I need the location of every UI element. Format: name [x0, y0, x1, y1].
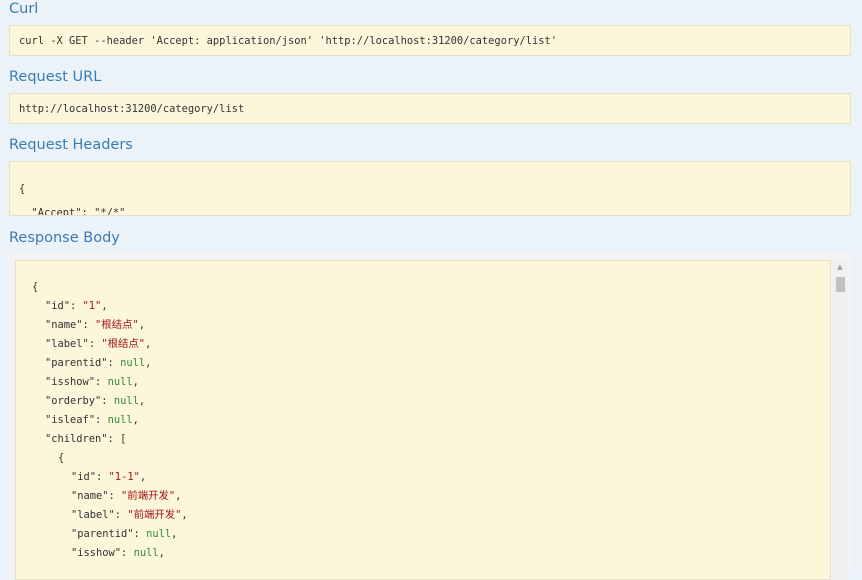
json-string: "1-1" — [108, 471, 140, 483]
response-scrollbar[interactable]: ▲ — [833, 260, 847, 580]
scroll-up-arrow-icon[interactable]: ▲ — [833, 260, 847, 274]
json-text: "id": — [45, 300, 83, 312]
json-line: "parentid": null, — [32, 354, 188, 373]
json-line: "orderby": null, — [32, 392, 188, 411]
json-string: "根结点" — [101, 338, 145, 350]
json-text: , — [145, 338, 152, 350]
json-text: , — [139, 471, 147, 483]
json-text: , — [175, 490, 182, 502]
json-null: null — [113, 395, 139, 407]
json-string: "1" — [82, 300, 102, 312]
json-text: "name": — [71, 490, 122, 502]
json-text: "isleaf": — [45, 414, 108, 426]
request-url-block: http://localhost:31200/category/list — [9, 93, 851, 124]
json-string: "前端开发" — [127, 509, 182, 521]
json-line: "parentid": null, — [32, 525, 188, 544]
json-string: "根结点" — [95, 319, 139, 331]
json-text: "label": — [71, 509, 128, 521]
response-body-block[interactable]: {"id": "1", "name": "根结点", "label": "根结点",… — [15, 260, 831, 580]
json-null: null — [133, 547, 159, 559]
json-line: "label": "根结点", — [32, 335, 188, 354]
response-body-title: Response Body — [9, 230, 120, 246]
json-text: "orderby": — [45, 395, 114, 407]
json-line: "id": "1-1", — [32, 468, 188, 487]
json-text: , — [138, 319, 145, 331]
json-text: { — [58, 452, 65, 464]
json-text: , — [158, 547, 165, 559]
json-line: "id": "1", — [32, 297, 188, 316]
json-null: null — [146, 528, 172, 540]
json-text: , — [138, 395, 146, 407]
header-line: "Accept": "*/*" — [19, 207, 126, 216]
json-line: "children": [ — [32, 430, 188, 449]
json-null: null — [107, 414, 133, 426]
json-text: , — [101, 300, 108, 312]
json-text: "parentid": — [71, 528, 147, 540]
request-headers-block: { "Accept": "*/*" } — [9, 161, 851, 216]
json-text: "isshow": — [71, 547, 134, 559]
json-text: "parentid": — [45, 357, 121, 369]
json-text: "label": — [45, 338, 102, 350]
json-line: "isshow": null, — [32, 373, 188, 392]
scroll-thumb[interactable] — [836, 277, 845, 292]
json-text: , — [181, 509, 188, 521]
json-line: { — [32, 449, 188, 468]
json-text: , — [132, 414, 139, 426]
curl-command-block: curl -X GET --header 'Accept: applicatio… — [9, 25, 851, 56]
json-text: , — [132, 376, 139, 388]
json-line: "name": "根结点", — [32, 316, 188, 335]
json-line: { — [32, 278, 188, 297]
json-line: "isshow": null, — [32, 544, 188, 563]
json-line: "isleaf": null, — [32, 411, 188, 430]
response-body-container: {"id": "1", "name": "根结点", "label": "根结点",… — [9, 252, 851, 580]
response-json-lines: {"id": "1", "name": "根结点", "label": "根结点",… — [32, 278, 188, 563]
json-line: "name": "前端开发", — [32, 487, 188, 506]
json-null: null — [120, 357, 146, 369]
json-text: , — [171, 528, 178, 540]
json-text: "name": — [45, 319, 96, 331]
json-string: "前端开发" — [121, 490, 176, 502]
json-line: "label": "前端开发", — [32, 506, 188, 525]
curl-title: Curl — [9, 1, 39, 17]
json-null: null — [107, 376, 133, 388]
header-line: { — [19, 183, 26, 195]
json-text: { — [32, 281, 39, 293]
json-text: "isshow": — [45, 376, 108, 388]
request-url-title: Request URL — [9, 69, 102, 85]
json-text: "children": [ — [45, 433, 127, 445]
json-text: , — [145, 357, 152, 369]
request-headers-title: Request Headers — [9, 137, 133, 153]
json-text: "id": — [71, 471, 109, 483]
